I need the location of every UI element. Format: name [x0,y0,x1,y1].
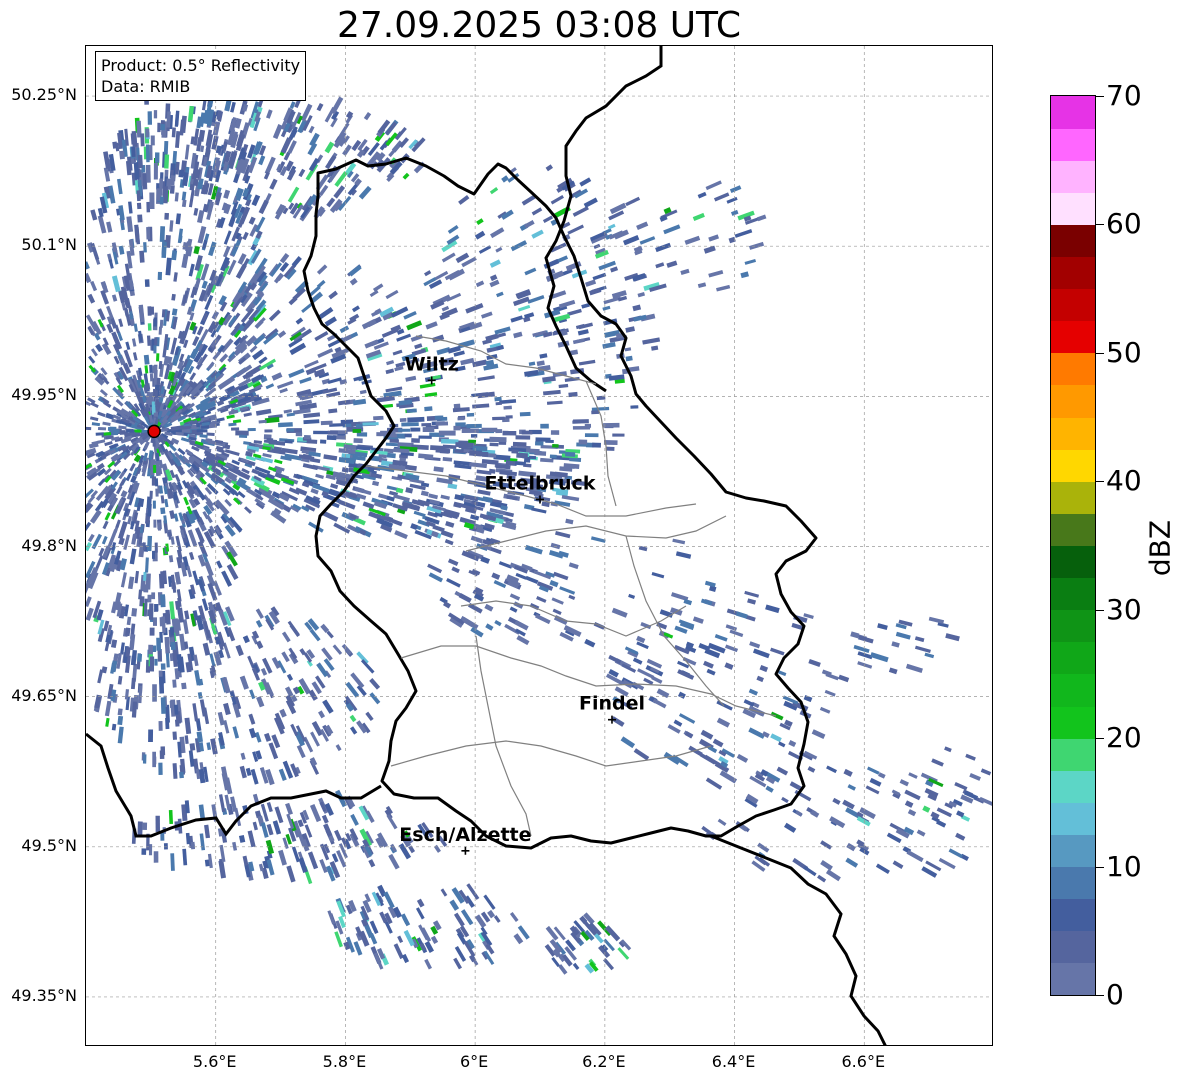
city-label: Findel [579,693,645,715]
radar-site-marker [147,424,161,439]
radar-map[interactable]: Wiltz Ettelbruck Findel Esch/Alzette [85,45,993,1046]
colorbar-segment [1051,898,1095,932]
colorbar-segment [1051,641,1095,675]
data-source-text: Data: RMIB [101,77,191,96]
chart-title: 27.09.2025 03:08 UTC [336,5,742,46]
product-info-box: Product: 0.5° Reflectivity Data: RMIB [95,51,307,101]
reflectivity-echoes [86,81,992,975]
colorbar-segment [1051,96,1095,129]
radar-site [147,424,161,439]
colorbar-segment [1051,930,1095,964]
colorbar-segment [1051,609,1095,643]
colorbar-segment [1051,192,1095,225]
colorbar-segment [1051,866,1095,900]
colorbar-segment [1051,706,1095,739]
colorbar-tick [1096,481,1104,483]
colorbar-segment [1051,481,1095,514]
city-label: Wiltz [405,353,459,375]
colorbar-segment [1051,545,1095,579]
colorbar-segment [1051,417,1095,450]
lon-tick-label: 5.8°E [322,1052,367,1071]
colorbar-tick [1096,224,1104,226]
colorbar-segment [1051,834,1095,868]
colorbar-tick [1096,96,1104,97]
lon-tick-label: 5.6°E [192,1052,237,1071]
colorbar-label: dBZ [1143,519,1177,577]
colorbar-tick-label: 60 [1106,207,1142,241]
colorbar [1050,95,1096,996]
map-canvas: Wiltz Ettelbruck Findel Esch/Alzette [86,46,992,1045]
city-marker: Ettelbruck [485,472,596,504]
colorbar-segment [1051,577,1095,611]
lon-tick-label: 6.4°E [711,1052,756,1071]
colorbar-segment [1051,673,1095,707]
colorbar-tick-label: 40 [1106,464,1142,498]
city-label: Esch/Alzette [399,824,531,846]
lat-tick-label: 50.1°N [21,235,77,255]
colorbar-segment [1051,770,1095,803]
colorbar-segment [1051,738,1095,771]
colorbar-tick [1096,866,1104,868]
lon-tick-label: 6.6°E [841,1052,886,1071]
colorbar-tick-label: 0 [1106,978,1124,1011]
lat-tick-label: 49.65°N [11,685,77,705]
colorbar-tick-label: 20 [1106,721,1142,755]
colorbar-segment [1051,384,1095,418]
colorbar-segment [1051,128,1095,161]
colorbar-tick-label: 10 [1106,849,1142,883]
colorbar-tick [1096,995,1104,996]
colorbar-segment [1051,352,1095,386]
lat-tick-label: 49.5°N [21,835,77,855]
lon-tick-label: 6°E [459,1052,489,1071]
colorbar-tick [1096,352,1104,354]
product-text: Product: 0.5° Reflectivity [101,56,301,75]
lon-tick-label: 6.2°E [582,1052,626,1071]
lat-tick-label: 49.95°N [11,385,77,405]
lat-tick-label: 49.35°N [11,985,77,1005]
colorbar-tick [1096,738,1104,740]
colorbar-segment [1051,160,1095,193]
colorbar-tick-label: 70 [1106,79,1142,112]
colorbar-tick-label: 30 [1106,592,1142,626]
lat-tick-label: 50.25°N [11,85,77,105]
graticule [86,46,992,1045]
city-marker: Findel [579,693,645,724]
colorbar-segment [1051,513,1095,546]
city-label: Ettelbruck [485,472,596,494]
colorbar-segment [1051,288,1095,322]
lat-tick-label: 49.8°N [21,535,77,555]
colorbar-segment [1051,320,1095,354]
colorbar-segment [1051,449,1095,482]
colorbar-segment [1051,256,1095,290]
colorbar-tick-label: 50 [1106,335,1142,369]
colorbar-tick [1096,609,1104,611]
colorbar-segment [1051,962,1095,996]
city-marker: Esch/Alzette [399,824,532,855]
colorbar-segment [1051,224,1095,258]
colorbar-segment [1051,802,1095,835]
